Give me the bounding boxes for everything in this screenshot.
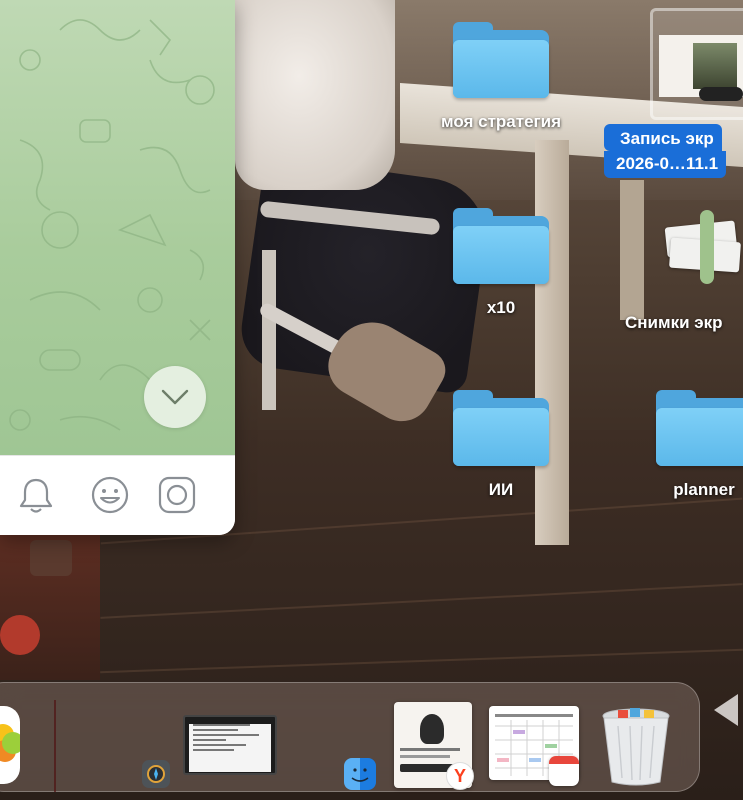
automator-icon xyxy=(147,765,165,783)
wallpaper-chair xyxy=(262,250,276,410)
desktop-stack-screenshots[interactable]: Снимки экр xyxy=(620,200,743,340)
folder-label: ИИ xyxy=(488,480,514,499)
notifications-button[interactable] xyxy=(14,473,58,517)
wallpaper-sticker xyxy=(30,540,72,576)
dock-separator xyxy=(54,700,56,792)
message-input-bar xyxy=(0,455,235,535)
emoji-icon xyxy=(91,476,129,514)
finder-app[interactable] xyxy=(344,758,376,790)
folder-icon xyxy=(453,390,549,466)
arrow-left-icon xyxy=(714,694,738,726)
yandex-browser-icon: Y xyxy=(446,762,474,790)
stack-label: Снимки экр xyxy=(625,313,723,332)
desktop-folder-ai[interactable]: ИИ xyxy=(431,390,571,500)
text-line xyxy=(400,748,460,751)
text-line xyxy=(400,755,450,758)
yandex-browser-thumbnail[interactable]: Y xyxy=(394,702,474,790)
finder-icon xyxy=(351,768,369,782)
file-label: Запись экр 2026-0…11.1 xyxy=(604,124,743,178)
file-label-line1: Запись экр xyxy=(604,124,722,151)
folder-label: x10 xyxy=(486,298,516,317)
camera-button[interactable] xyxy=(155,473,199,517)
telegram-window xyxy=(0,0,235,535)
screenshot-stack-icon xyxy=(662,206,743,286)
desktop-file-screen-recording[interactable]: Запись экр 2026-0…11.1 xyxy=(604,0,743,180)
calendar-thumbnail[interactable] xyxy=(489,706,579,786)
trash-icon xyxy=(602,708,670,786)
folder-icon xyxy=(453,22,549,98)
wallpaper-sticker xyxy=(0,615,40,655)
desktop-folder-x10[interactable]: x10 xyxy=(431,208,571,318)
wallpaper-person-shirt xyxy=(235,0,395,190)
folder-icon xyxy=(656,390,743,466)
desktop-folder-strategy[interactable]: моя стратегия xyxy=(431,22,571,132)
file-label-line2: 2026-0…11.1 xyxy=(604,151,727,178)
chevron-down-icon xyxy=(161,389,189,405)
terminal-preview xyxy=(189,724,271,772)
terminal-window-thumbnail[interactable] xyxy=(183,715,277,775)
camera-icon xyxy=(158,476,196,514)
calendar-icon xyxy=(549,756,579,786)
emoji-button[interactable] xyxy=(88,473,132,517)
scroll-down-button[interactable] xyxy=(144,366,206,428)
chat-background xyxy=(0,0,235,455)
folder-icon xyxy=(453,208,549,284)
photos-app[interactable] xyxy=(0,706,20,784)
folder-label: planner xyxy=(673,480,735,499)
screen-recording-thumbnail xyxy=(650,8,743,120)
automator-app[interactable] xyxy=(142,760,170,788)
profile-photo xyxy=(420,714,444,744)
trash[interactable] xyxy=(600,706,672,786)
folder-label: моя стратегия xyxy=(440,112,561,131)
bell-icon xyxy=(19,478,53,513)
desktop-folder-planner[interactable]: planner xyxy=(634,390,743,500)
photos-icon-petal xyxy=(2,732,20,754)
